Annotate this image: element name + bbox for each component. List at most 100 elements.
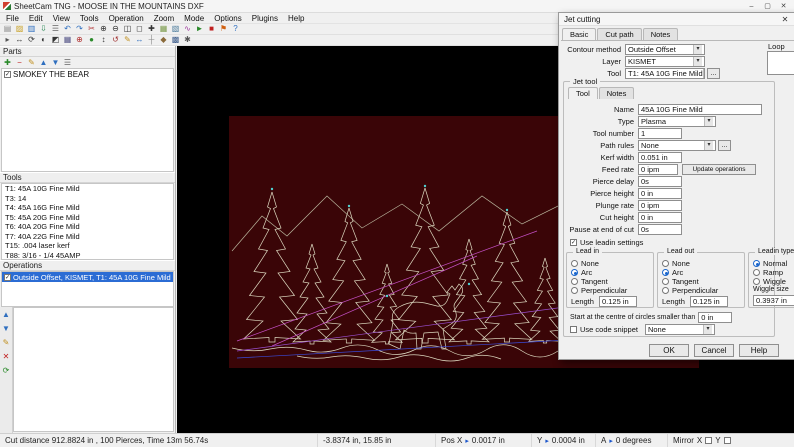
menu-item[interactable]: Mode (179, 14, 209, 23)
tool-select[interactable]: T1: 45A 10G Fine Mild (625, 68, 705, 79)
lead-in-length-input[interactable]: 0.125 in (599, 296, 637, 307)
array-icon[interactable]: ▦ (62, 35, 73, 45)
chevron-down-icon[interactable] (703, 69, 705, 78)
measure-icon[interactable]: ↔ (134, 35, 145, 45)
lead-in-option[interactable]: Tangent (567, 277, 653, 286)
menu-item[interactable]: Tools (75, 14, 104, 23)
operation-down-icon[interactable]: ▼ (1, 324, 12, 334)
operation-checkbox[interactable] (4, 274, 11, 281)
zoom-fit-icon[interactable]: ◻ (134, 24, 145, 34)
show-parts-icon[interactable]: ▧ (170, 24, 181, 34)
ok-button[interactable]: OK (649, 344, 689, 357)
operation-refresh-icon[interactable]: ⟳ (1, 366, 12, 376)
tool-list-item[interactable]: T3: 14 (2, 194, 173, 204)
cut-icon[interactable]: ✂ (86, 24, 97, 34)
operation-delete-icon[interactable]: ✕ (1, 352, 12, 362)
lead-in-option[interactable]: Perpendicular (567, 286, 653, 295)
part-down-icon[interactable]: ▼ (50, 58, 61, 68)
chevron-down-icon[interactable] (693, 45, 702, 54)
help-button[interactable]: Help (739, 344, 779, 357)
loop-box[interactable] (767, 51, 794, 75)
dialog-tab[interactable]: Basic (562, 28, 596, 40)
minimize-icon[interactable]: – (744, 1, 759, 12)
menu-item[interactable]: Options (209, 14, 247, 23)
lead-out-option[interactable]: Perpendicular (658, 286, 744, 295)
path-rules-browse-button[interactable]: ... (718, 140, 731, 151)
operation-up-icon[interactable]: ▲ (1, 310, 12, 320)
reverse-path-icon[interactable]: ↺ (110, 35, 121, 45)
operation-list-item[interactable]: Outside Offset, KISMET, T1: 45A 10G Fine… (2, 272, 173, 282)
zoom-in-icon[interactable]: ⊕ (98, 24, 109, 34)
menu-item[interactable]: Zoom (149, 14, 179, 23)
dialog-close-icon[interactable]: ✕ (778, 15, 792, 24)
circle-start-input[interactable]: 0 in (698, 312, 732, 323)
mirror-y-checkbox[interactable] (724, 437, 731, 444)
grid-icon[interactable]: ┼ (146, 35, 157, 45)
plunge-rate-input[interactable]: 0 ipm (638, 200, 682, 211)
lead-out-option[interactable]: None (658, 259, 744, 268)
maximize-icon[interactable]: ▢ (760, 1, 775, 12)
zoom-window-icon[interactable]: ◫ (122, 24, 133, 34)
code-snippet-checkbox[interactable] (570, 326, 577, 333)
menu-item[interactable]: Plugins (247, 14, 283, 23)
cancel-button[interactable]: Cancel (694, 344, 734, 357)
jet-tool-tab[interactable]: Tool (568, 87, 598, 99)
leadin-type-option[interactable]: Wiggle (749, 277, 794, 286)
wiggle-size-input[interactable]: 0.3937 in (753, 295, 794, 306)
part-up-icon[interactable]: ▲ (38, 58, 49, 68)
rotate-part-icon[interactable]: ⟳ (26, 35, 37, 45)
tool-number-input[interactable]: 1 (638, 128, 682, 139)
tool-browse-button[interactable]: ... (707, 68, 720, 79)
name-input[interactable]: 45A 10G Fine Mild (638, 104, 762, 115)
move-part-icon[interactable]: ↔ (14, 35, 25, 45)
tool-list-item[interactable]: T15: .004 laser kerf (2, 241, 173, 251)
mirror-x-checkbox[interactable] (705, 437, 712, 444)
stop-icon[interactable]: ■ (206, 24, 217, 34)
lead-in-option[interactable]: None (567, 259, 653, 268)
edit-contour-icon[interactable]: ✎ (122, 35, 133, 45)
operation-edit-icon[interactable]: ✎ (1, 338, 12, 348)
options-icon[interactable]: ✱ (182, 35, 193, 45)
pan-icon[interactable]: ✚ (146, 24, 157, 34)
part-checkbox[interactable] (4, 71, 11, 78)
menu-item[interactable]: Operation (104, 14, 149, 23)
edit-part-icon[interactable]: ✎ (26, 58, 37, 68)
mirror-part-icon[interactable]: ◐ (38, 35, 49, 45)
cut-height-input[interactable]: 0 in (638, 212, 682, 223)
lead-in-option[interactable]: Arc (567, 268, 653, 277)
post-process-icon[interactable]: ⚑ (218, 24, 229, 34)
pause-end-input[interactable]: 0s (638, 224, 682, 235)
start-point-icon[interactable]: ● (86, 35, 97, 45)
leadin-type-option[interactable]: Normal (749, 259, 794, 268)
redo-icon[interactable]: ↷ (74, 24, 85, 34)
undo-icon[interactable]: ↶ (62, 24, 73, 34)
open-job-icon[interactable]: ▨ (14, 24, 25, 34)
chevron-down-icon[interactable] (704, 117, 713, 126)
dialog-tab[interactable]: Notes (643, 28, 679, 40)
snap-icon[interactable]: ◆ (158, 35, 169, 45)
dialog-tab[interactable]: Cut path (597, 28, 641, 40)
kerf-width-input[interactable]: 0.051 in (638, 152, 682, 163)
show-paths-icon[interactable]: ∿ (182, 24, 193, 34)
select-icon[interactable]: ▸ (2, 35, 13, 45)
tool-list-item[interactable]: T6: 40A 20G Fine Mild (2, 222, 173, 232)
leadin-type-option[interactable]: Ramp (749, 268, 794, 277)
chevron-down-icon[interactable] (704, 141, 713, 150)
print-icon[interactable]: ☰ (50, 24, 61, 34)
add-part-icon[interactable]: ✚ (2, 58, 13, 68)
use-leadin-checkbox[interactable] (570, 239, 577, 246)
tool-list-item[interactable]: T4: 45A 16G Fine Mild (2, 203, 173, 213)
simulate-icon[interactable]: ► (194, 24, 205, 34)
type-select[interactable]: Plasma (638, 116, 716, 127)
feed-rate-input[interactable]: 0 ipm (638, 164, 678, 175)
path-order-icon[interactable]: ↕ (98, 35, 109, 45)
tool-list-item[interactable]: T88: 3/16 - 1/4 45AMP (2, 251, 173, 261)
update-operations-button[interactable]: Update operations (682, 164, 756, 175)
tool-list-item[interactable]: T1: 45A 10G Fine Mild (2, 184, 173, 194)
menu-item[interactable]: File (1, 14, 24, 23)
menu-item[interactable]: Help (283, 14, 309, 23)
layers-icon[interactable]: ▩ (170, 35, 181, 45)
save-job-icon[interactable]: ▥ (26, 24, 37, 34)
tool-list-item[interactable]: T5: 45A 20G Fine Mild (2, 213, 173, 223)
path-rules-select[interactable]: None (638, 140, 716, 151)
